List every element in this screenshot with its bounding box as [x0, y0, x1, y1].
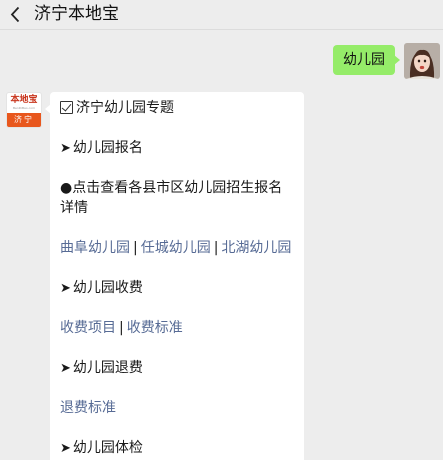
section-refund-heading: 幼儿园退费 [72, 360, 143, 376]
enroll-detail: ●点击查看各县市区幼儿园招生报名详情 [60, 180, 283, 216]
user-message-bubble[interactable]: 幼儿园 [333, 45, 400, 75]
logo-sub-text: BenDiBao.com [13, 106, 35, 110]
bot-message-card: 济宁幼儿园专题 ➤ 幼儿园报名 ●点击查看各县市区幼儿园招生报名详情 曲阜幼儿园 |… [45, 92, 304, 460]
separator: | [133, 240, 138, 256]
back-button[interactable] [4, 0, 28, 30]
topic-title: 济宁幼儿园专题 [76, 100, 174, 116]
arrow-icon: ➤ [60, 141, 71, 156]
section-exam-heading-row: ➤ 幼儿园体检 [60, 438, 296, 459]
logo-city-band: 济宁 [7, 113, 41, 127]
section-exam-heading: 幼儿园体检 [72, 440, 143, 456]
arrow-icon: ➤ [60, 361, 71, 376]
refund-links-row: 退费标准 [60, 398, 296, 418]
link-fee-standards[interactable]: 收费标准 [127, 320, 183, 336]
chat-title: 济宁本地宝 [34, 4, 119, 24]
fees-links-row: 收费项目 | 收费标准 [60, 318, 296, 338]
chat-header: 济宁本地宝 [0, 0, 443, 30]
separator: | [119, 320, 124, 336]
arrow-icon: ➤ [60, 441, 71, 456]
section-fees-heading-row: ➤ 幼儿园收费 [60, 278, 296, 299]
section-refund-heading-row: ➤ 幼儿园退费 [60, 358, 296, 379]
link-rencheng-kindergarten[interactable]: 任城幼儿园 [141, 240, 211, 256]
link-qufu-kindergarten[interactable]: 曲阜幼儿园 [60, 240, 130, 256]
link-fee-items[interactable]: 收费项目 [60, 320, 116, 336]
checkbox-icon [60, 101, 73, 114]
link-refund-standards[interactable]: 退费标准 [60, 400, 116, 416]
link-beihu-kindergarten[interactable]: 北湖幼儿园 [221, 240, 291, 256]
topic-title-row: 济宁幼儿园专题 [60, 98, 296, 118]
logo-brand-text: 本地宝 [10, 95, 38, 105]
enroll-links-row: 曲阜幼儿园 | 任城幼儿园 | 北湖幼儿园 [60, 238, 296, 258]
arrow-icon: ➤ [60, 281, 71, 296]
section-enroll-heading: 幼儿园报名 [72, 140, 143, 156]
user-avatar[interactable] [404, 43, 440, 79]
section-fees-heading: 幼儿园收费 [72, 280, 143, 296]
bendibao-logo-avatar[interactable]: 本地宝 BenDiBao.com 济宁 [6, 92, 42, 128]
section-enroll-heading-row: ➤ 幼儿园报名 [60, 138, 296, 159]
separator: | [213, 240, 219, 256]
